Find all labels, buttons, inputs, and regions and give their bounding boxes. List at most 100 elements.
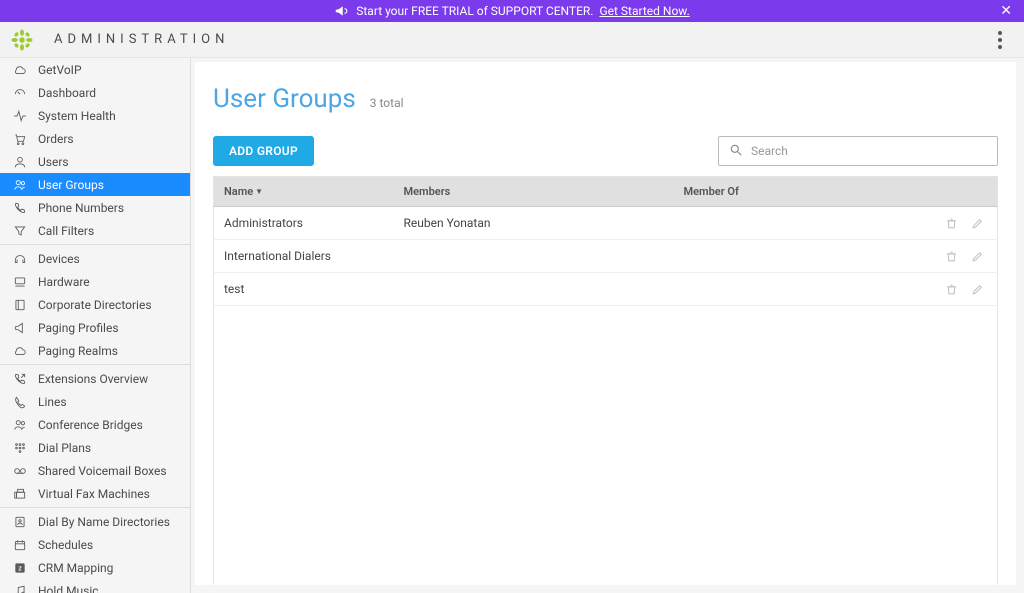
sidebar-item-shared-voicemail[interactable]: Shared Voicemail Boxes xyxy=(0,459,190,482)
cell-member-of xyxy=(674,207,918,240)
add-group-button[interactable]: ADD GROUP xyxy=(213,136,314,166)
sidebar-item-label: Conference Bridges xyxy=(38,418,143,432)
sidebar-item-dial-by-name[interactable]: Dial By Name Directories xyxy=(0,510,190,533)
sidebar-item-conference-bridges[interactable]: Conference Bridges xyxy=(0,413,190,436)
megaphone-icon xyxy=(334,4,348,18)
sidebar-item-devices[interactable]: Devices xyxy=(0,247,190,270)
sidebar-item-crm-mapping[interactable]: Z CRM Mapping xyxy=(0,556,190,579)
cell-actions xyxy=(918,207,998,240)
edit-icon[interactable] xyxy=(967,213,987,233)
topbar: ADMINISTRATION xyxy=(0,22,1024,58)
column-member-of[interactable]: Member Of xyxy=(674,177,918,207)
cell-members: Reuben Yonatan xyxy=(394,207,674,240)
sidebar-item-corporate-directories[interactable]: Corporate Directories xyxy=(0,293,190,316)
sidebar-item-users[interactable]: Users xyxy=(0,150,190,173)
phone-forward-icon xyxy=(12,371,28,387)
column-members[interactable]: Members xyxy=(394,177,674,207)
cell-actions xyxy=(918,240,998,273)
sidebar-item-label: Extensions Overview xyxy=(38,372,148,386)
sidebar-item-label: Paging Profiles xyxy=(38,321,119,335)
sidebar-item-virtual-fax[interactable]: Virtual Fax Machines xyxy=(0,482,190,505)
overflow-menu-icon[interactable] xyxy=(992,25,1008,55)
column-name[interactable]: Name▼ xyxy=(214,177,394,207)
edit-icon[interactable] xyxy=(967,279,987,299)
sidebar-item-label: Orders xyxy=(38,132,74,146)
sidebar-item-hardware[interactable]: Hardware xyxy=(0,270,190,293)
promo-banner: Start your FREE TRIAL of SUPPORT CENTER.… xyxy=(0,0,1024,22)
sidebar-item-label: Devices xyxy=(38,252,80,266)
sidebar-item-schedules[interactable]: Schedules xyxy=(0,533,190,556)
sidebar-item-label: Hardware xyxy=(38,275,90,289)
cell-member-of xyxy=(674,240,918,273)
user-icon xyxy=(12,154,28,170)
sidebar-item-extensions-overview[interactable]: Extensions Overview xyxy=(0,367,190,390)
edit-icon[interactable] xyxy=(967,246,987,266)
delete-icon[interactable] xyxy=(941,246,961,266)
hardware-icon xyxy=(12,274,28,290)
search-field[interactable] xyxy=(718,136,998,166)
table-row[interactable]: International Dialers xyxy=(214,240,998,273)
banner-text: Start your FREE TRIAL of SUPPORT CENTER. xyxy=(356,4,593,18)
cell-actions xyxy=(918,273,998,306)
users-icon xyxy=(12,177,28,193)
sidebar-item-label: Dial By Name Directories xyxy=(38,515,170,529)
sidebar-item-hold-music[interactable]: Hold Music xyxy=(0,579,190,593)
sidebar-item-label: User Groups xyxy=(38,178,104,192)
sidebar-item-phone-numbers[interactable]: Phone Numbers xyxy=(0,196,190,219)
activity-icon xyxy=(12,108,28,124)
filter-icon xyxy=(12,223,28,239)
sidebar-item-label: System Health xyxy=(38,109,116,123)
brand-title: ADMINISTRATION xyxy=(54,32,229,47)
sidebar-item-label: Phone Numbers xyxy=(38,201,124,215)
dialpad-icon xyxy=(12,440,28,456)
cell-members xyxy=(394,273,674,306)
table-empty-area xyxy=(213,306,998,585)
nav-separator xyxy=(0,244,190,245)
directory-icon xyxy=(12,514,28,530)
nav-separator xyxy=(0,364,190,365)
table-row[interactable]: AdministratorsReuben Yonatan xyxy=(214,207,998,240)
svg-text:Z: Z xyxy=(18,566,22,572)
cell-member-of xyxy=(674,273,918,306)
book-icon xyxy=(12,297,28,313)
close-icon[interactable]: ✕ xyxy=(1000,4,1012,18)
sidebar-item-getvoip[interactable]: GetVoIP xyxy=(0,58,190,81)
cart-icon xyxy=(12,131,28,147)
table-row[interactable]: test xyxy=(214,273,998,306)
sidebar-item-label: GetVoIP xyxy=(38,63,82,77)
music-icon xyxy=(12,583,28,593)
delete-icon[interactable] xyxy=(941,213,961,233)
sidebar-item-dial-plans[interactable]: Dial Plans xyxy=(0,436,190,459)
cell-name: International Dialers xyxy=(214,240,394,273)
cell-members xyxy=(394,240,674,273)
gauge-icon xyxy=(12,85,28,101)
main-content: User Groups 3 total ADD GROUP Name▼ xyxy=(195,62,1016,585)
sidebar-item-label: Paging Realms xyxy=(38,344,118,358)
sidebar-item-paging-realms[interactable]: Paging Realms xyxy=(0,339,190,362)
sidebar-item-user-groups[interactable]: User Groups xyxy=(0,173,190,196)
search-input[interactable] xyxy=(751,144,987,158)
sidebar-item-label: Schedules xyxy=(38,538,93,552)
cloud-icon xyxy=(12,62,28,78)
sidebar-item-label: Shared Voicemail Boxes xyxy=(38,464,167,478)
calendar-icon xyxy=(12,537,28,553)
user-groups-table: Name▼ Members Member Of AdministratorsRe… xyxy=(213,176,998,306)
delete-icon[interactable] xyxy=(941,279,961,299)
sidebar-item-label: Dashboard xyxy=(38,86,96,100)
search-icon xyxy=(729,142,743,161)
page-subtitle: 3 total xyxy=(370,96,404,110)
sidebar-item-label: Hold Music xyxy=(38,584,99,593)
sidebar-item-label: Dial Plans xyxy=(38,441,91,455)
sidebar-item-lines[interactable]: Lines xyxy=(0,390,190,413)
banner-link[interactable]: Get Started Now. xyxy=(599,4,689,18)
sidebar-item-call-filters[interactable]: Call Filters xyxy=(0,219,190,242)
phone-icon xyxy=(12,200,28,216)
sidebar-item-label: Virtual Fax Machines xyxy=(38,487,150,501)
voicemail-icon xyxy=(12,463,28,479)
logo-icon[interactable] xyxy=(10,28,34,52)
sidebar-item-system-health[interactable]: System Health xyxy=(0,104,190,127)
sidebar-item-label: CRM Mapping xyxy=(38,561,113,575)
sidebar-item-paging-profiles[interactable]: Paging Profiles xyxy=(0,316,190,339)
sidebar-item-orders[interactable]: Orders xyxy=(0,127,190,150)
sidebar-item-dashboard[interactable]: Dashboard xyxy=(0,81,190,104)
